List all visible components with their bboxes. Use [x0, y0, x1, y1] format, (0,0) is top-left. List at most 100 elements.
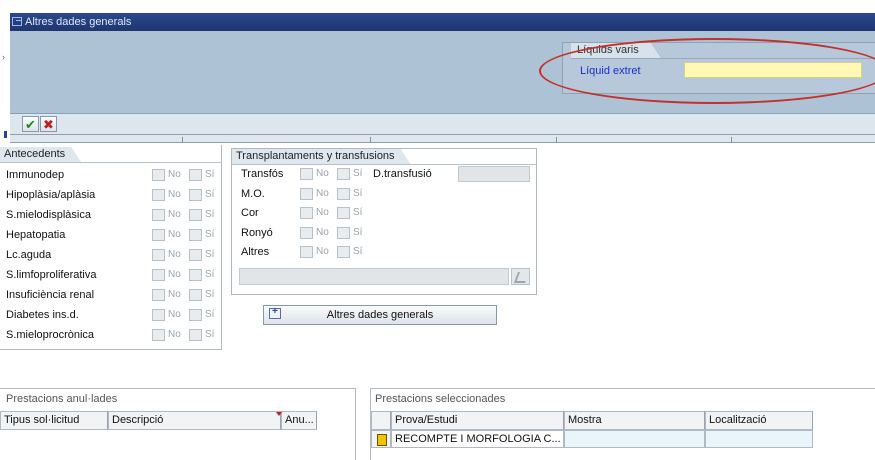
select-all-corner[interactable]	[371, 411, 391, 430]
si-label: Sí	[205, 269, 215, 280]
transplantaments-title: Transplantaments y transfusions	[232, 149, 411, 164]
column-header-tipus[interactable]: Tipus sol·licitud	[0, 411, 108, 430]
antecedents-title: Antecedents	[0, 147, 81, 162]
si-checkbox[interactable]	[337, 207, 350, 219]
row-label: Transfós	[241, 168, 284, 180]
si-checkbox[interactable]	[337, 168, 350, 180]
column-header-mostra[interactable]: Mostra	[564, 411, 705, 430]
no-label: No	[316, 246, 329, 257]
dtransfusio-label: D.transfusió	[373, 168, 432, 180]
si-checkbox[interactable]	[189, 249, 202, 261]
si-checkbox[interactable]	[189, 329, 202, 341]
si-label: Sí	[353, 226, 363, 238]
cross-icon: ✖	[43, 116, 54, 132]
no-label: No	[168, 209, 181, 220]
column-header-localitzacio[interactable]: Localització	[705, 411, 813, 430]
dialog-footer	[10, 113, 875, 135]
row-label: Insuficiència renal	[6, 289, 95, 301]
no-checkbox[interactable]	[300, 187, 313, 200]
column-header-anu[interactable]: Anu...	[281, 411, 317, 430]
no-checkbox[interactable]	[300, 168, 313, 180]
row-label: S.mielodisplàsica	[6, 209, 91, 221]
si-checkbox[interactable]	[189, 309, 202, 321]
si-label: Sí	[353, 207, 363, 218]
checkmark-icon: ✔	[25, 116, 36, 132]
si-label: Sí	[205, 169, 215, 180]
row-label: M.O.	[241, 187, 265, 200]
no-label: No	[168, 189, 181, 200]
scroll-marker: ›	[2, 52, 5, 62]
no-checkbox[interactable]	[152, 269, 165, 281]
altres-dades-generals-button[interactable]: Altres dades generals	[263, 305, 497, 325]
no-checkbox[interactable]	[152, 189, 165, 201]
row-label: Altres	[241, 246, 270, 258]
si-checkbox[interactable]	[337, 226, 350, 239]
no-label: No	[316, 168, 329, 179]
no-label: No	[168, 269, 181, 280]
tab-divider	[731, 137, 732, 143]
si-checkbox[interactable]	[337, 246, 350, 258]
prestacions-seleccionades-title: Prestacions seleccionades	[375, 393, 506, 405]
si-label: Sí	[205, 189, 215, 200]
row-label: Diabetes ins.d.	[6, 309, 79, 321]
si-label: Sí	[205, 209, 215, 220]
dtransfusio-field[interactable]	[458, 166, 530, 182]
dialog-title-bar[interactable]: Altres dades generals	[10, 13, 875, 31]
tab-divider	[556, 137, 557, 143]
no-checkbox[interactable]	[152, 249, 165, 261]
row-label: S.mieloprocrònica	[6, 329, 95, 341]
transplantaments-text-field[interactable]	[239, 268, 509, 285]
no-checkbox[interactable]	[152, 329, 165, 341]
table-cell-localitzacio[interactable]	[705, 430, 813, 448]
no-label: No	[316, 226, 329, 238]
dialog-footer-border	[10, 134, 875, 135]
table-cell-prova[interactable]: RECOMPTE I MORFOLOGIA C...	[391, 430, 564, 448]
row-label: Hepatopatia	[6, 229, 66, 241]
no-label: No	[316, 187, 329, 199]
no-label: No	[168, 309, 181, 320]
no-label: No	[168, 249, 181, 260]
no-checkbox[interactable]	[152, 169, 165, 181]
column-header-descripcio[interactable]: Descripció	[108, 411, 281, 430]
si-label: Sí	[205, 249, 215, 260]
si-checkbox[interactable]	[189, 229, 202, 241]
tab-divider	[182, 137, 183, 143]
no-label: No	[316, 207, 329, 218]
si-checkbox[interactable]	[189, 269, 202, 281]
window-edge-marker	[4, 131, 7, 138]
si-checkbox[interactable]	[189, 209, 202, 221]
prestacions-anulades-title: Prestacions anul·lades	[6, 393, 118, 405]
no-checkbox[interactable]	[152, 209, 165, 221]
window-icon	[12, 17, 22, 26]
edit-text-icon[interactable]	[511, 268, 530, 285]
expand-icon	[269, 306, 281, 319]
no-checkbox[interactable]	[300, 207, 313, 219]
no-label: No	[168, 289, 181, 300]
no-label: No	[168, 329, 181, 340]
cancel-button[interactable]: ✖	[40, 116, 57, 132]
si-checkbox[interactable]	[189, 289, 202, 301]
tab-divider	[370, 137, 371, 143]
no-label: No	[168, 229, 181, 240]
no-checkbox[interactable]	[300, 226, 313, 239]
no-checkbox[interactable]	[152, 309, 165, 321]
trash-icon[interactable]	[371, 430, 391, 448]
confirm-button[interactable]: ✔	[22, 116, 39, 132]
no-checkbox[interactable]	[152, 229, 165, 241]
no-checkbox[interactable]	[300, 246, 313, 258]
tab-strip	[10, 135, 875, 143]
si-label: Sí	[353, 187, 363, 199]
si-label: Sí	[353, 246, 363, 257]
column-header-prova[interactable]: Prova/Estudi	[391, 411, 564, 430]
no-label: No	[168, 169, 181, 180]
altres-button-label: Altres dades generals	[326, 309, 434, 321]
si-label: Sí	[205, 329, 215, 340]
row-label: Immunodep	[6, 169, 65, 181]
si-checkbox[interactable]	[189, 189, 202, 201]
si-checkbox[interactable]	[189, 169, 202, 181]
group-divider	[232, 164, 536, 165]
row-label: Ronyó	[241, 226, 273, 239]
no-checkbox[interactable]	[152, 289, 165, 301]
si-checkbox[interactable]	[337, 187, 350, 200]
table-cell-mostra[interactable]	[564, 430, 705, 448]
